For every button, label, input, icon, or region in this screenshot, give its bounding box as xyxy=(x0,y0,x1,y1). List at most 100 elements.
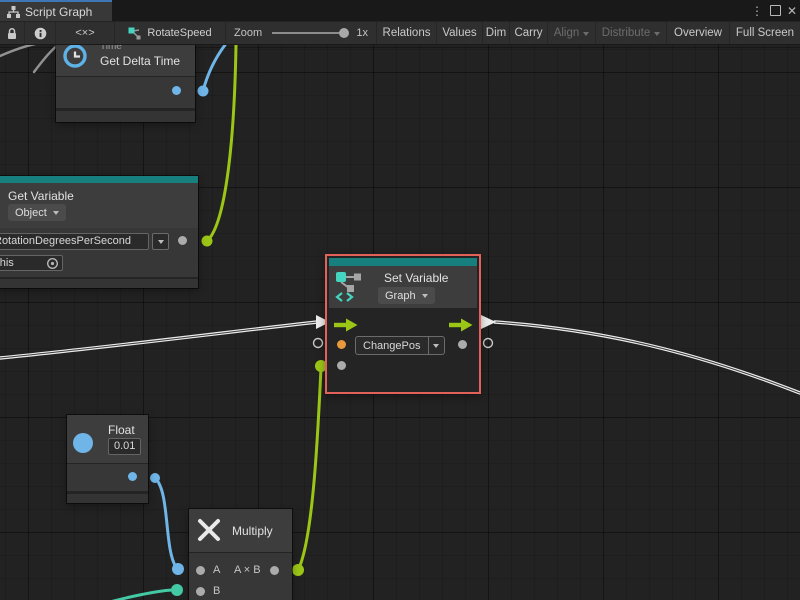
graph-asset-icon xyxy=(128,27,141,40)
distribute-dropdown-button[interactable]: Distribute xyxy=(596,22,667,44)
code-view-button[interactable]: <×> xyxy=(56,22,115,44)
variable-name-dropdown-button[interactable] xyxy=(152,233,169,250)
node-get-variable[interactable]: Get Variable Object RotationDegreesPerSe… xyxy=(0,176,198,288)
chevron-down-icon xyxy=(422,294,428,301)
node-set-variable: Set Variable Graph ChangePos xyxy=(329,258,477,390)
wire-getvariable-out[interactable] xyxy=(207,45,236,241)
node-get-delta-time[interactable]: Time Get Delta Time xyxy=(56,35,195,122)
lock-button[interactable] xyxy=(0,22,25,44)
align-dropdown-button[interactable]: Align xyxy=(548,22,596,44)
chevron-down-icon xyxy=(654,32,660,39)
wire-deltatime-out[interactable] xyxy=(203,45,225,91)
variable-name-field[interactable]: RotationDegreesPerSecond xyxy=(0,233,149,250)
wire-flow-out-core xyxy=(495,322,800,393)
flow-arrowhead-out xyxy=(480,315,496,330)
node-set-variable-selected[interactable]: Set Variable Graph ChangePos xyxy=(325,254,481,394)
dim-button[interactable]: Dim xyxy=(483,22,510,44)
chevron-down-icon xyxy=(158,240,164,247)
fallback-object-field[interactable]: This xyxy=(0,255,63,271)
unconnected-port-ring-left[interactable] xyxy=(314,339,323,348)
window-menu-button[interactable]: ⋮ xyxy=(750,0,764,21)
variable-node-strip xyxy=(0,176,198,183)
unity-visual-scripting-window: Time Get Delta Time Get Variable Object … xyxy=(0,0,800,600)
carry-button[interactable]: Carry xyxy=(510,22,548,44)
output-port-value[interactable] xyxy=(458,340,467,349)
multiply-icon xyxy=(196,517,222,543)
port-label-a: A xyxy=(213,564,220,576)
zoom-control: Zoom 1x xyxy=(226,22,377,44)
output-port-float[interactable] xyxy=(128,472,137,481)
window-close-button[interactable]: ✕ xyxy=(784,0,800,21)
tab-title: Script Graph xyxy=(25,5,92,19)
node-footer xyxy=(56,111,195,122)
lock-icon xyxy=(6,27,18,40)
chevron-down-icon xyxy=(433,344,439,351)
wire-dot xyxy=(202,236,213,247)
output-port-variable-value[interactable] xyxy=(178,236,187,245)
output-port-delta-time[interactable] xyxy=(172,86,181,95)
input-port-a[interactable] xyxy=(196,566,205,575)
chevron-down-icon xyxy=(53,211,59,218)
node-footer xyxy=(67,494,148,503)
input-port-fallback[interactable] xyxy=(337,361,346,370)
output-port-product[interactable] xyxy=(270,566,279,575)
wire-dot xyxy=(150,473,160,483)
node-float[interactable]: Float 0.01 xyxy=(67,415,148,503)
close-icon: ✕ xyxy=(787,4,797,18)
wire-multiply-to-setvariable[interactable] xyxy=(298,368,321,570)
wire-to-multiply-b[interactable] xyxy=(106,590,172,600)
port-label-b: B xyxy=(213,585,220,597)
flow-output-arrow-icon[interactable] xyxy=(449,318,473,332)
node-title: Get Delta Time xyxy=(100,54,180,68)
float-value-field[interactable]: 0.01 xyxy=(108,438,141,455)
info-button[interactable] xyxy=(25,22,56,44)
node-title: Set Variable xyxy=(384,271,448,285)
code-icon: <×> xyxy=(75,27,94,39)
zoom-label: Zoom xyxy=(234,27,262,39)
node-title: Float xyxy=(108,423,135,437)
variable-name-dropdown-button[interactable] xyxy=(428,337,444,354)
variable-node-strip xyxy=(329,258,477,266)
node-title: Get Variable xyxy=(8,189,74,203)
unconnected-port-ring-right[interactable] xyxy=(484,339,493,348)
zoom-value: 1x xyxy=(356,27,368,39)
graph-toolbar: <×> RotateSpeed Zoom 1x Relations Values… xyxy=(0,21,800,45)
node-footer xyxy=(329,382,477,390)
wire-dot xyxy=(171,584,183,596)
input-port-value[interactable] xyxy=(337,340,346,349)
values-button[interactable]: Values xyxy=(437,22,483,44)
wire-dot xyxy=(172,563,184,575)
object-picker-icon[interactable] xyxy=(46,257,59,270)
wire-dot xyxy=(198,86,209,97)
info-icon xyxy=(34,27,47,40)
node-footer xyxy=(0,279,198,288)
input-port-b[interactable] xyxy=(196,587,205,596)
variable-kind-dropdown[interactable]: Object xyxy=(8,204,66,221)
kebab-menu-icon: ⋮ xyxy=(751,4,763,18)
variable-name-dropdown[interactable]: ChangePos xyxy=(355,336,445,355)
variable-kind-dropdown[interactable]: Graph xyxy=(378,287,435,304)
graph-breadcrumb[interactable]: RotateSpeed xyxy=(115,22,226,44)
zoom-slider-handle[interactable] xyxy=(339,28,349,38)
relations-button[interactable]: Relations xyxy=(377,22,437,44)
variable-name-label: ChangePos xyxy=(356,337,428,354)
wire-flow-out[interactable] xyxy=(495,322,800,393)
node-title: Multiply xyxy=(232,524,273,538)
zoom-slider[interactable] xyxy=(272,32,346,34)
node-multiply[interactable]: Multiply A A × B B xyxy=(189,509,292,600)
window-maximize-button[interactable] xyxy=(767,0,783,21)
flow-input-arrow-icon[interactable] xyxy=(334,318,358,332)
tab-bar: Script Graph ⋮ ✕ xyxy=(0,0,800,21)
chevron-down-icon xyxy=(583,32,589,39)
wire-gray-topleft-2[interactable] xyxy=(34,45,58,72)
maximize-icon xyxy=(770,5,781,16)
wire-float-to-multiply[interactable] xyxy=(155,478,176,567)
port-label-output: A × B xyxy=(234,564,261,576)
clock-icon xyxy=(62,43,88,69)
variable-kind-label: Object xyxy=(15,207,47,219)
float-literal-icon xyxy=(73,433,93,453)
graph-name-label: RotateSpeed xyxy=(147,27,211,39)
fullscreen-button[interactable]: Full Screen xyxy=(730,22,800,44)
tab-script-graph[interactable]: Script Graph xyxy=(0,0,112,21)
overview-button[interactable]: Overview xyxy=(667,22,730,44)
